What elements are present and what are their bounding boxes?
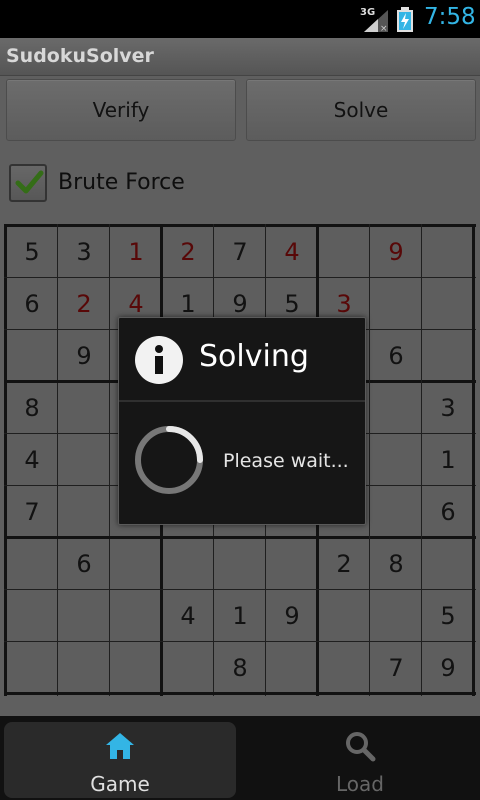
tab-load[interactable]: Load: [244, 722, 476, 798]
info-icon: [135, 336, 183, 384]
status-bar: 3G × 7:58: [0, 0, 480, 38]
status-clock: 7:58: [424, 4, 476, 30]
progress-spinner-icon: [135, 426, 203, 494]
tab-load-label: Load: [336, 772, 384, 796]
app-title-bar: SudokuSolver: [0, 38, 480, 76]
solving-dialog: Solving Please wait...: [118, 317, 366, 525]
bottom-tab-bar: Game Load: [0, 716, 480, 800]
tab-game[interactable]: Game: [4, 722, 236, 798]
tab-game-label: Game: [90, 772, 150, 796]
search-icon: [346, 732, 376, 762]
battery-charging-icon: [397, 7, 413, 32]
dialog-divider: [119, 400, 365, 402]
signal-icon: ×: [364, 10, 388, 32]
dialog-title: Solving: [199, 339, 309, 374]
app-title: SudokuSolver: [6, 45, 154, 67]
dialog-message: Please wait...: [223, 450, 349, 472]
home-icon: [106, 733, 134, 759]
svg-text:×: ×: [380, 24, 388, 32]
